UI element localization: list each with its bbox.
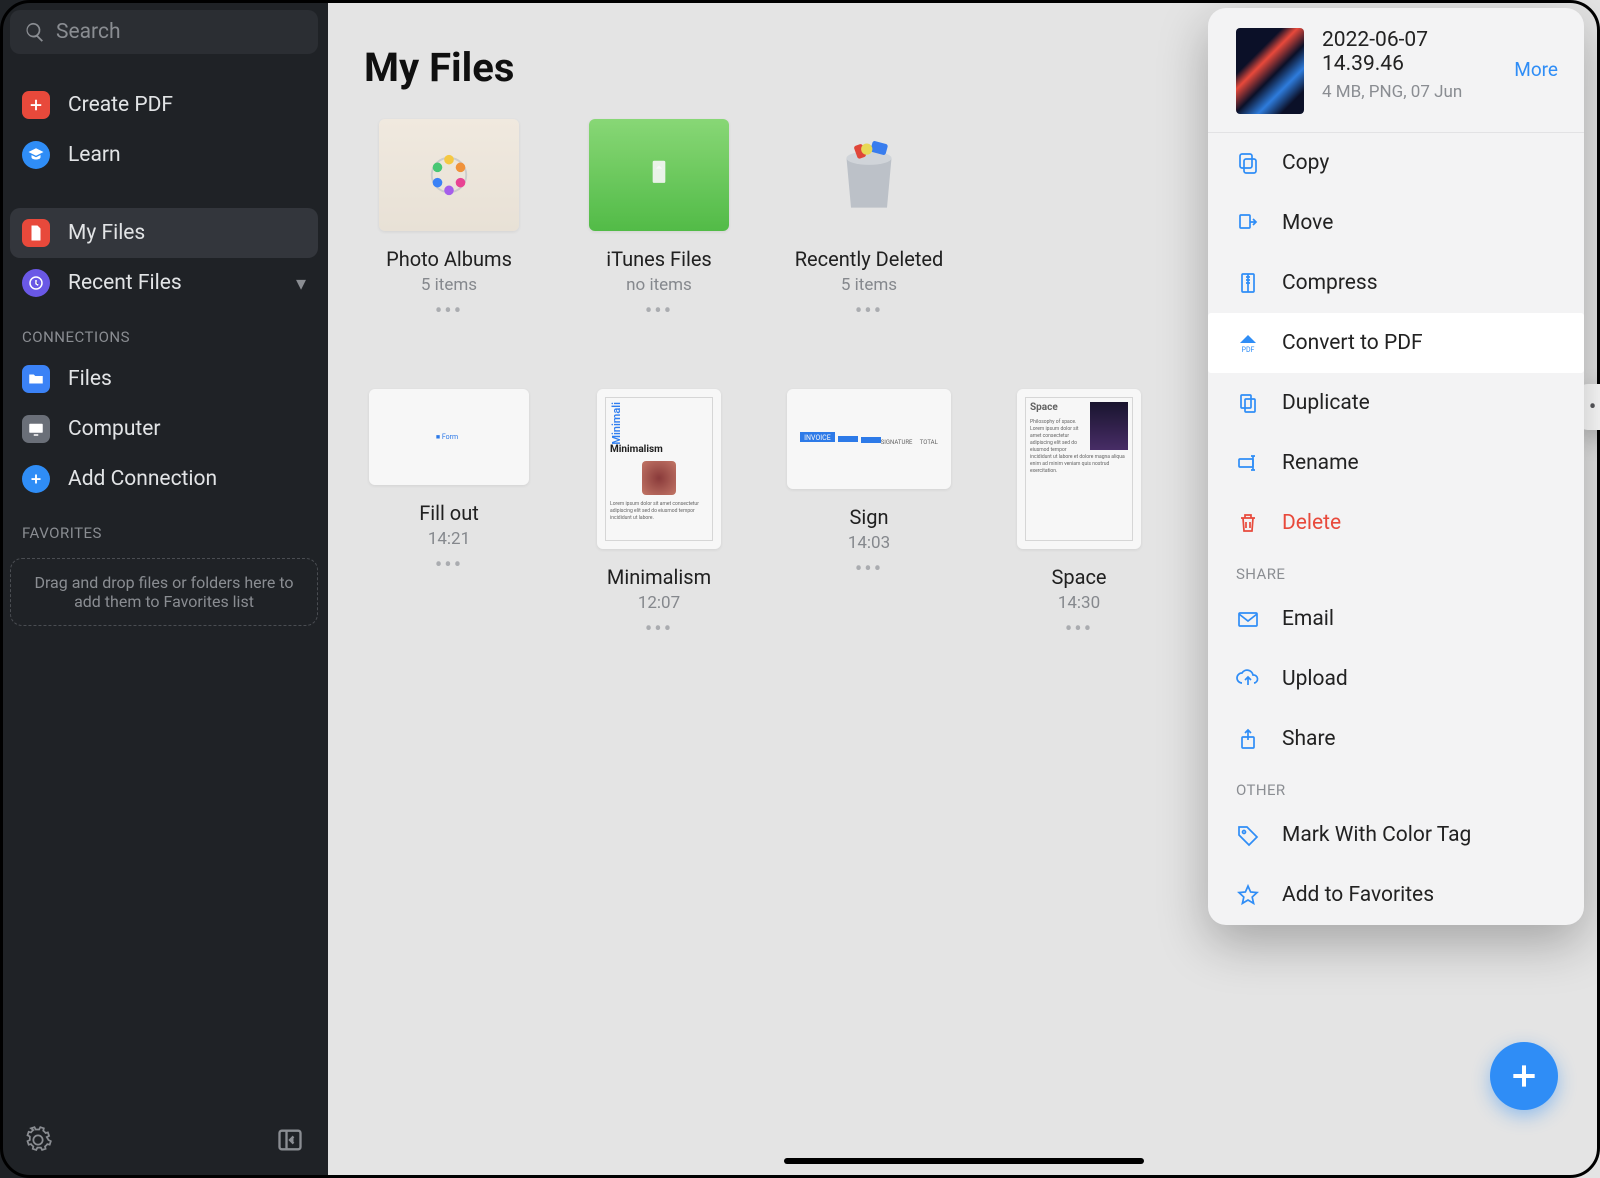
- search-placeholder: Search: [56, 20, 121, 44]
- plus-icon: [22, 91, 50, 119]
- sidebar-item-files[interactable]: Files: [10, 354, 318, 404]
- gear-icon: [24, 1126, 52, 1154]
- menu-color-tag[interactable]: Mark With Color Tag: [1208, 805, 1584, 865]
- menu-rename[interactable]: Rename: [1208, 433, 1584, 493]
- chevron-down-icon: ▾: [296, 271, 306, 295]
- other-section-label: OTHER: [1208, 769, 1584, 805]
- search-input[interactable]: Search: [10, 10, 318, 54]
- recent-label: Recent Files: [68, 271, 182, 295]
- trash-icon: [1236, 511, 1260, 535]
- menu-email[interactable]: Email: [1208, 589, 1584, 649]
- create-pdf-label: Create PDF: [68, 93, 173, 117]
- file-icon: [22, 219, 50, 247]
- pdf-icon: PDF: [1236, 331, 1260, 355]
- files-label: Files: [68, 367, 112, 391]
- context-more-button[interactable]: More: [1514, 58, 1558, 81]
- connections-label: CONNECTIONS: [0, 308, 328, 354]
- duplicate-icon: [1236, 391, 1260, 415]
- settings-button[interactable]: [24, 1126, 52, 1158]
- menu-duplicate[interactable]: Duplicate: [1208, 373, 1584, 433]
- email-icon: [1236, 607, 1260, 631]
- sidebar: Search Create PDF Learn My Files Recent …: [0, 0, 328, 1178]
- menu-delete[interactable]: Delete: [1208, 493, 1584, 553]
- move-icon: [1236, 211, 1260, 235]
- share-icon: [1236, 727, 1260, 751]
- context-thumb: [1236, 28, 1304, 114]
- collapse-icon: [276, 1126, 304, 1154]
- sidebar-item-my-files[interactable]: My Files: [10, 208, 318, 258]
- main-view: ••• My Files Photo Albums 5 items ••• iT…: [328, 0, 1600, 1178]
- favorites-label: FAVORITES: [0, 504, 328, 550]
- upload-icon: [1236, 667, 1260, 691]
- computer-icon: [22, 415, 50, 443]
- home-indicator: [784, 1158, 1144, 1164]
- computer-label: Computer: [68, 417, 161, 441]
- sidebar-item-computer[interactable]: Computer: [10, 404, 318, 454]
- svg-text:PDF: PDF: [1242, 346, 1255, 354]
- my-files-label: My Files: [68, 221, 145, 245]
- menu-copy[interactable]: Copy: [1208, 133, 1584, 193]
- rename-icon: [1236, 451, 1260, 475]
- menu-share[interactable]: Share: [1208, 709, 1584, 769]
- menu-convert-pdf[interactable]: PDFConvert to PDF: [1208, 313, 1584, 373]
- photos-folder-thumb: [379, 119, 519, 231]
- context-title: 2022-06-07 14.39.46: [1322, 28, 1496, 76]
- tag-icon: [1236, 823, 1260, 847]
- context-menu: 2022-06-07 14.39.46 4 MB, PNG, 07 Jun Mo…: [1208, 8, 1584, 925]
- clock-icon: [22, 269, 50, 297]
- sidebar-item-recent[interactable]: Recent Files ▾: [10, 258, 318, 308]
- add-button[interactable]: [1490, 1042, 1558, 1110]
- menu-move[interactable]: Move: [1208, 193, 1584, 253]
- star-icon: [1236, 883, 1260, 907]
- learn-button[interactable]: Learn: [10, 130, 318, 180]
- learn-label: Learn: [68, 143, 121, 167]
- plus-icon: [1508, 1060, 1540, 1092]
- menu-add-favorite[interactable]: Add to Favorites: [1208, 865, 1584, 925]
- menu-upload[interactable]: Upload: [1208, 649, 1584, 709]
- context-subtitle: 4 MB, PNG, 07 Jun: [1322, 82, 1496, 102]
- menu-compress[interactable]: Compress: [1208, 253, 1584, 313]
- folder-icon: [22, 365, 50, 393]
- compress-icon: [1236, 271, 1260, 295]
- plus-icon: [22, 465, 50, 493]
- collapse-sidebar-button[interactable]: [276, 1126, 304, 1158]
- create-pdf-button[interactable]: Create PDF: [10, 80, 318, 130]
- share-section-label: SHARE: [1208, 553, 1584, 589]
- add-connection-button[interactable]: Add Connection: [10, 454, 318, 504]
- search-icon: [24, 21, 46, 43]
- add-connection-label: Add Connection: [68, 467, 217, 491]
- copy-icon: [1236, 151, 1260, 175]
- favorites-dropzone[interactable]: Drag and drop files or folders here to a…: [10, 558, 318, 626]
- learn-icon: [22, 141, 50, 169]
